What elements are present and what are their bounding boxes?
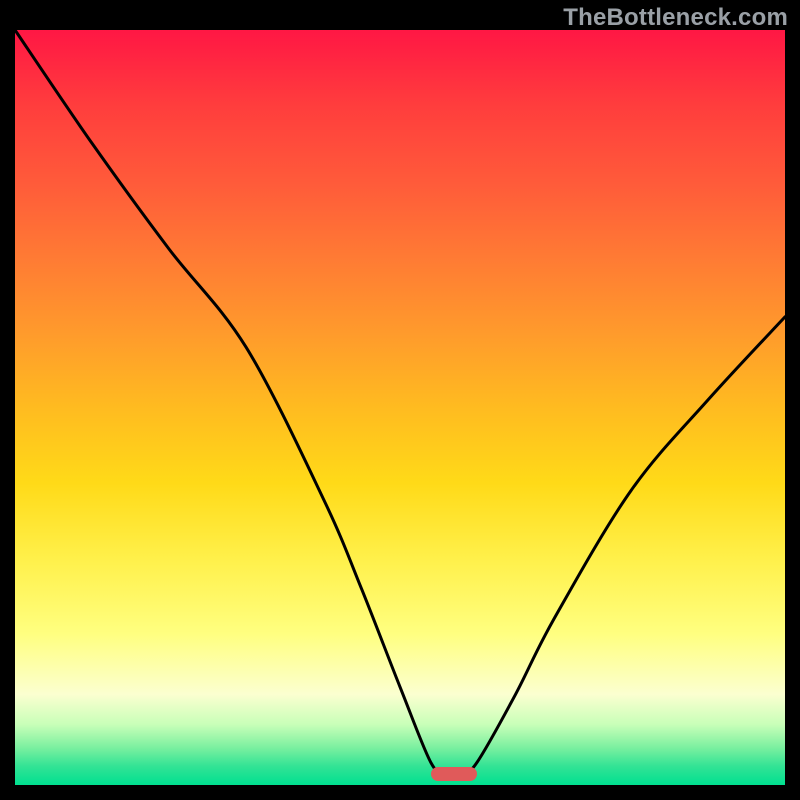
curve-svg <box>15 30 785 785</box>
plot-area <box>15 30 785 785</box>
bottleneck-curve <box>15 30 785 775</box>
watermark-text: TheBottleneck.com <box>563 4 788 32</box>
chart-frame: TheBottleneck.com <box>0 0 800 800</box>
optimum-marker <box>431 767 477 781</box>
